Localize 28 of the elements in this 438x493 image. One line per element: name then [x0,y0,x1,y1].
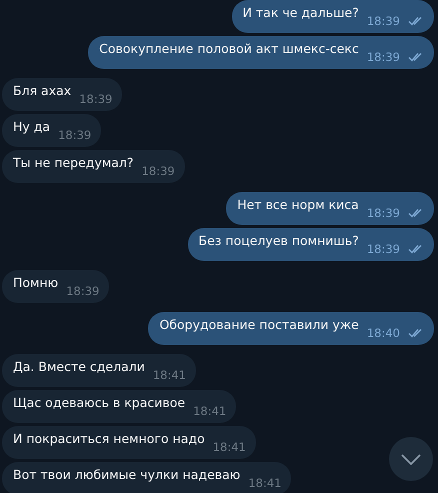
message-text: И покраситься немного надо [13,431,205,447]
message-text: Без поцелуев помнишь? [198,233,359,249]
message-text: И так че дальше? [242,5,359,21]
message-text: Щас одеваюсь в красивое [13,395,186,411]
message-time: 18:41 [193,404,226,418]
scroll-down-button[interactable] [389,437,433,481]
message-text: Помню [13,275,58,291]
message-text: Оборудование поставили уже [159,317,359,333]
message-text: Ну да [13,119,50,135]
message-text: Ты не передумал? [13,155,134,171]
message-text: Бля ахах [13,83,72,99]
message-time: 18:41 [152,368,186,382]
message-text: Вот твои любимые чулки надеваю [13,467,240,483]
message-time: 18:39 [366,206,400,220]
message-time: 18:39 [366,242,400,256]
message-text: Совокупление половой акт шмекс-секс [99,41,359,57]
message-time: 18:40 [366,326,400,340]
message-time: 18:39 [66,284,100,298]
chevron-down-icon [401,454,421,464]
message-time: 18:41 [212,440,246,454]
message-time: 18:39 [366,14,400,28]
message-time: 18:39 [366,50,400,64]
message-text: Нет все норм киса [237,197,359,213]
message-time: 18:39 [58,128,92,142]
message-time: 18:39 [142,164,175,178]
message-time: 18:41 [248,476,282,490]
message-text: Да. Вместе сделали [13,359,145,375]
message-time: 18:39 [79,92,112,106]
